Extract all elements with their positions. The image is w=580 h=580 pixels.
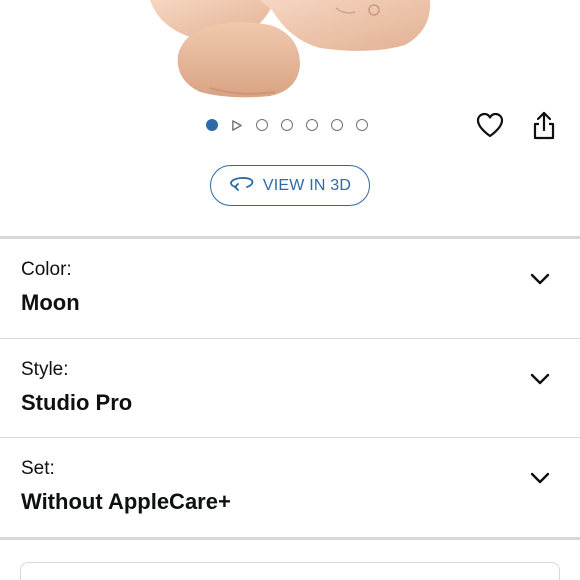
- view-in-3d-button[interactable]: VIEW IN 3D: [210, 165, 370, 206]
- rotate-3d-icon: [229, 175, 255, 196]
- chevron-down-icon: [529, 470, 551, 486]
- carousel-dot-active[interactable]: [206, 119, 218, 131]
- share-icon[interactable]: [531, 111, 557, 141]
- variation-value: Without AppleCare+: [21, 489, 231, 514]
- carousel-dot[interactable]: [356, 119, 368, 131]
- section-divider: [0, 537, 580, 540]
- carousel-dot[interactable]: [256, 119, 268, 131]
- variation-label: Style:: [21, 359, 69, 380]
- product-image[interactable]: [0, 0, 580, 110]
- heart-icon[interactable]: [476, 112, 504, 138]
- variation-label: Color:: [21, 259, 72, 280]
- next-section-card[interactable]: [20, 562, 560, 580]
- carousel-dot[interactable]: [306, 119, 318, 131]
- chevron-down-icon: [529, 371, 551, 387]
- chevron-down-icon: [529, 271, 551, 287]
- variation-label: Set:: [21, 458, 55, 479]
- variation-color[interactable]: Color: Moon: [0, 239, 580, 337]
- video-play-icon[interactable]: [231, 119, 243, 131]
- variation-set[interactable]: Set: Without AppleCare+: [0, 438, 580, 536]
- carousel-dot[interactable]: [331, 119, 343, 131]
- variation-style[interactable]: Style: Studio Pro: [0, 339, 580, 437]
- variation-value: Moon: [21, 290, 80, 315]
- variation-value: Studio Pro: [21, 390, 133, 415]
- view-in-3d-label: VIEW IN 3D: [262, 176, 352, 194]
- carousel-dot[interactable]: [281, 119, 293, 131]
